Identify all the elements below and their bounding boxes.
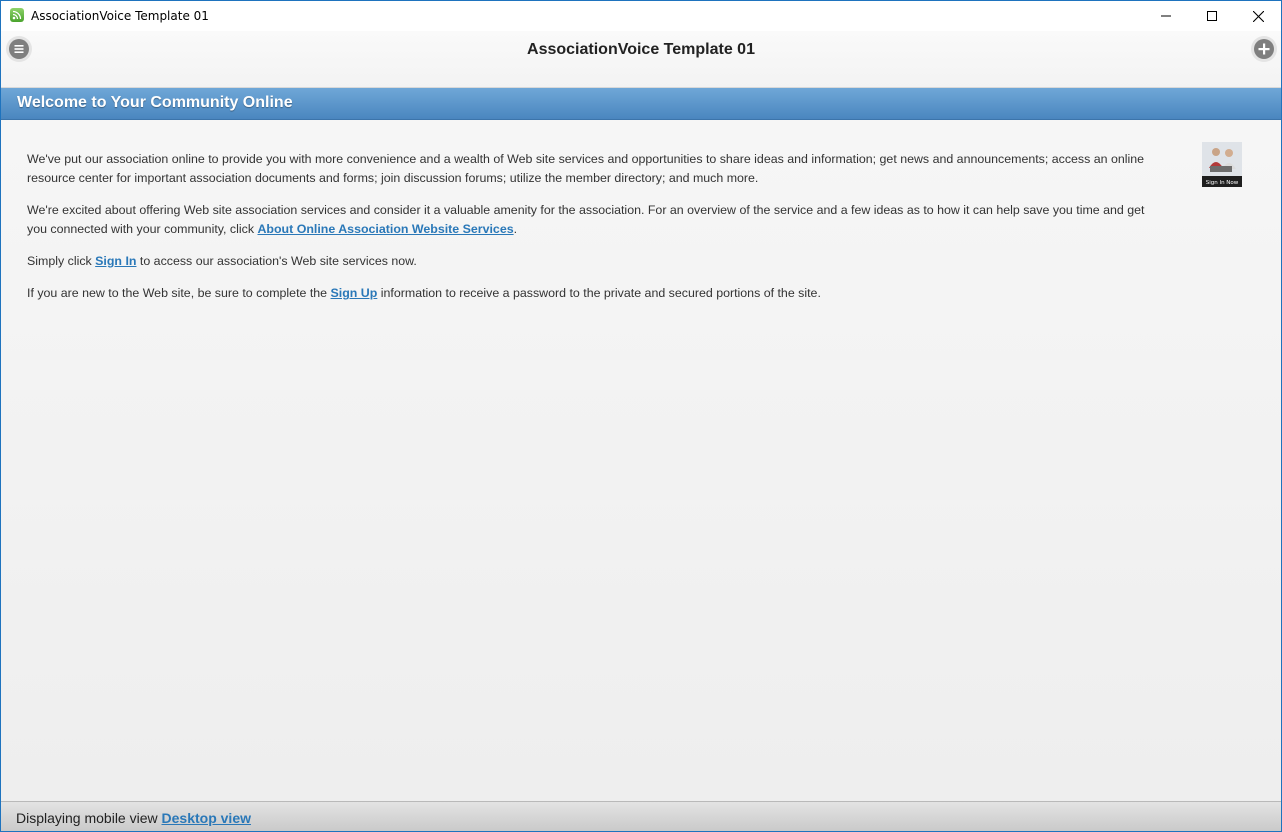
maximize-button[interactable] — [1189, 1, 1235, 31]
sign-in-link[interactable]: Sign In — [95, 254, 136, 268]
title-bar: AssociationVoice Template 01 — [1, 1, 1281, 31]
close-icon — [1252, 10, 1264, 22]
signup-text-before: If you are new to the Web site, be sure … — [27, 286, 331, 300]
mobile-view-label: Displaying mobile view — [16, 810, 158, 826]
image-caption: Sign In Now — [1206, 180, 1239, 186]
minimize-button[interactable] — [1143, 1, 1189, 31]
plus-circle-icon — [1258, 43, 1270, 55]
paragraph-signin: Simply click Sign In to access our assoc… — [27, 252, 1167, 271]
sign-up-link[interactable]: Sign Up — [331, 286, 378, 300]
add-button[interactable] — [1254, 39, 1274, 59]
signin-text-before: Simply click — [27, 254, 96, 268]
section-banner: Welcome to Your Community Online — [1, 88, 1281, 120]
app-window: AssociationVoice Template 01 Association… — [0, 0, 1282, 832]
signin-text-after: to access our association's Web site ser… — [136, 254, 417, 268]
desktop-view-link[interactable]: Desktop view — [162, 810, 251, 826]
paragraph-intro: We've put our association online to prov… — [27, 150, 1167, 188]
welcome-text: We've put our association online to prov… — [27, 150, 1167, 316]
intro-text: We've put our association online to prov… — [27, 152, 1145, 185]
main-content: We've put our association online to prov… — [1, 120, 1281, 801]
sign-in-now-image[interactable]: Sign In Now — [1202, 142, 1242, 187]
overview-end: . — [513, 222, 518, 236]
about-services-link[interactable]: About Online Association Website Service… — [257, 222, 513, 236]
signup-text-after: information to receive a password to the… — [377, 286, 821, 300]
page-title: AssociationVoice Template 01 — [527, 41, 755, 58]
overview-text: We're excited about offering Web site as… — [27, 203, 1145, 236]
rss-icon — [10, 8, 24, 22]
maximize-icon — [1207, 11, 1217, 21]
window-title: AssociationVoice Template 01 — [31, 9, 209, 23]
footer-bar: Displaying mobile view Desktop view — [1, 801, 1281, 831]
minimize-icon — [1161, 15, 1171, 17]
paragraph-overview: We're excited about offering Web site as… — [27, 201, 1167, 239]
close-button[interactable] — [1235, 1, 1281, 31]
paragraph-signup: If you are new to the Web site, be sure … — [27, 284, 1167, 303]
app-header: AssociationVoice Template 01 — [1, 31, 1281, 88]
view-mode-text: Displaying mobile view Desktop view — [16, 810, 251, 826]
section-title: Welcome to Your Community Online — [17, 94, 293, 111]
